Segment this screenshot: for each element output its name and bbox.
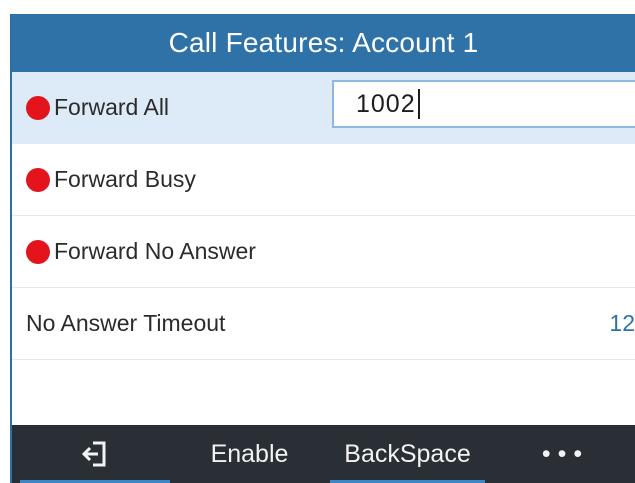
- more-softkey[interactable]: • • •: [507, 425, 617, 483]
- backspace-label: BackSpace: [344, 439, 471, 468]
- no-answer-timeout-label: No Answer Timeout: [26, 310, 226, 336]
- softkey-bar: Enable BackSpace • • •: [12, 425, 635, 483]
- status-dot-icon: [26, 239, 50, 264]
- forward-all-number-input[interactable]: 1002: [332, 80, 635, 128]
- forward-all-number-value: 1002: [356, 89, 416, 118]
- more-label: • • •: [541, 439, 583, 468]
- status-dot-icon: [26, 95, 50, 120]
- status-dot-icon: [26, 167, 50, 192]
- enable-softkey[interactable]: Enable: [197, 425, 302, 483]
- row-forward-no-answer[interactable]: Forward No Answer: [12, 216, 635, 288]
- back-softkey[interactable]: [20, 425, 170, 483]
- forward-busy-label: Forward Busy: [54, 166, 196, 192]
- row-forward-all[interactable]: Forward All 1002: [12, 72, 635, 144]
- no-answer-timeout-value: 12: [609, 310, 635, 336]
- back-exit-icon: [82, 441, 106, 467]
- forward-all-label: Forward All: [54, 94, 170, 120]
- phone-screen: Call Features: Account 1 Forward All 100…: [10, 14, 635, 483]
- forward-no-answer-label: Forward No Answer: [54, 238, 256, 264]
- enable-label: Enable: [210, 439, 289, 468]
- row-no-answer-timeout[interactable]: No Answer Timeout 12: [12, 288, 635, 360]
- backspace-softkey[interactable]: BackSpace: [330, 425, 485, 483]
- text-caret: [417, 89, 420, 119]
- page-title: Call Features: Account 1: [12, 14, 635, 72]
- row-forward-busy[interactable]: Forward Busy: [12, 144, 635, 216]
